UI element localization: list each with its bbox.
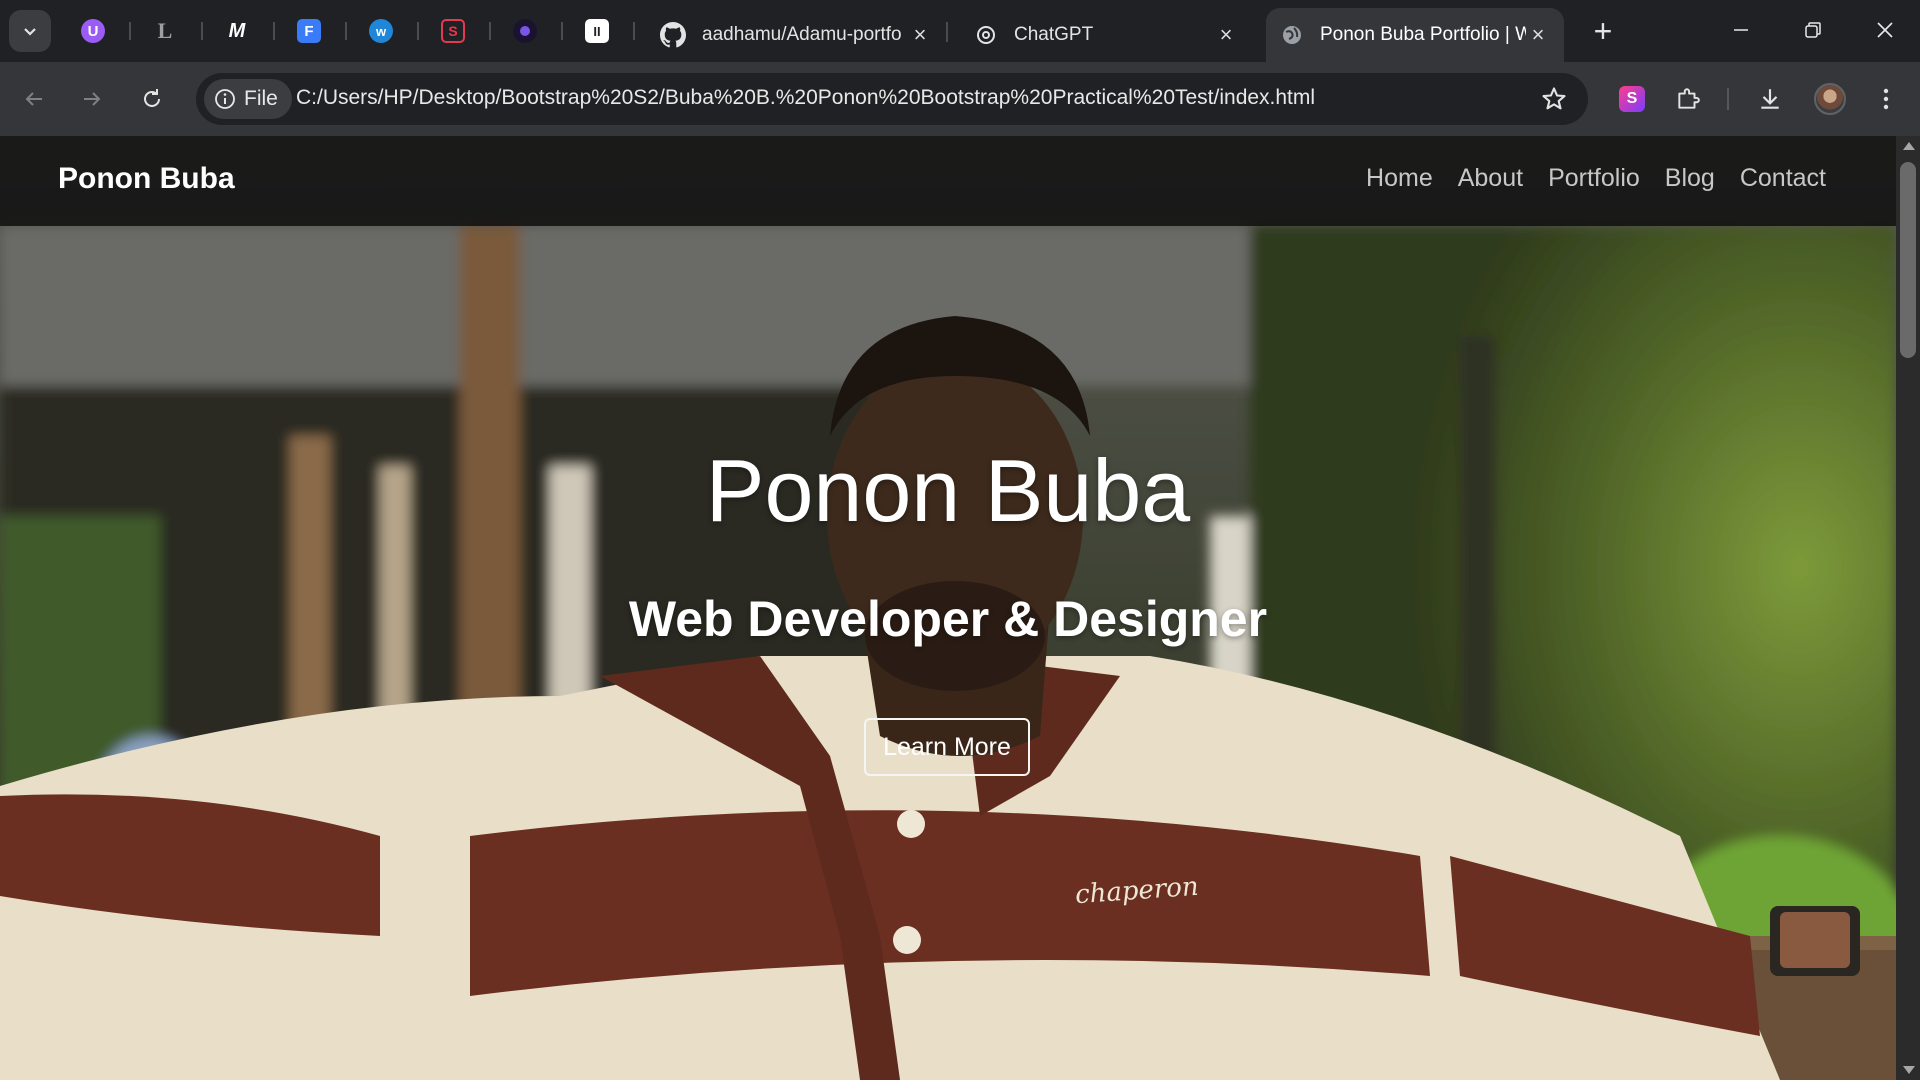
tab-title: Ponon Buba Portfolio | W: [1320, 24, 1526, 45]
hero-title: Ponon Buba: [705, 441, 1191, 540]
forward-button[interactable]: [70, 77, 114, 121]
more-vertical-icon: [1883, 88, 1889, 110]
tab-strip: U L M F w S II aadhamu/Adamu-portfo × Ch…: [0, 0, 1920, 62]
pinned-tab-pomodoro[interactable]: U: [76, 14, 110, 48]
tab-search-button[interactable]: [9, 10, 51, 52]
github-icon: [660, 22, 686, 48]
new-tab-button[interactable]: +: [1586, 12, 1620, 49]
download-icon: [1761, 89, 1779, 109]
trello-icon: w: [369, 19, 393, 43]
tab-divider: [633, 22, 635, 40]
reload-icon: [144, 89, 160, 107]
tab-ponon-buba-portfolio[interactable]: Ponon Buba Portfolio | W ×: [1266, 8, 1564, 62]
close-window-button[interactable]: [1850, 4, 1920, 56]
tab-divider: [201, 22, 203, 40]
minimize-button[interactable]: [1706, 4, 1776, 56]
back-button[interactable]: [12, 77, 56, 121]
pinned-tab-forms[interactable]: F: [292, 14, 326, 48]
nav-link-blog[interactable]: Blog: [1665, 164, 1715, 193]
globe-icon: [1283, 26, 1301, 44]
pinned-tab-orbit[interactable]: [508, 14, 542, 48]
extension-button[interactable]: S: [1612, 79, 1652, 119]
minimize-icon: [1734, 29, 1748, 31]
url-text[interactable]: C:/Users/HP/Desktop/Bootstrap%20S2/Buba%…: [296, 86, 1315, 110]
tab-divider: [417, 22, 419, 40]
tab-chatgpt[interactable]: ChatGPT ×: [960, 8, 1252, 62]
avatar: [1814, 83, 1846, 115]
arrow-left-icon: [25, 92, 42, 106]
nav-link-contact[interactable]: Contact: [1740, 164, 1826, 193]
learn-more-button[interactable]: Learn More: [864, 718, 1030, 776]
close-icon: [1877, 22, 1893, 38]
pinned-tab-pause[interactable]: II: [580, 14, 614, 48]
browser-menu-button[interactable]: [1866, 79, 1906, 119]
page-scrollbar[interactable]: [1896, 136, 1920, 1080]
browser-toolbar: File C:/Users/HP/Desktop/Bootstrap%20S2/…: [0, 62, 1920, 136]
web-page: Ponon Buba Home About Portfolio Blog Con…: [0, 136, 1896, 1080]
medium-icon: M: [228, 19, 246, 42]
scroll-up-arrow-icon[interactable]: [1903, 142, 1915, 150]
notes-icon: S: [441, 19, 465, 43]
profile-button[interactable]: [1810, 79, 1850, 119]
restore-button[interactable]: [1778, 4, 1848, 56]
forms-icon: F: [297, 19, 321, 43]
tab-divider: [345, 22, 347, 40]
nav-link-home[interactable]: Home: [1366, 164, 1433, 193]
scheme-label: File: [244, 87, 278, 110]
restore-icon: [1805, 22, 1821, 38]
pinned-tab-lingvist[interactable]: L: [148, 14, 182, 48]
pause-icon: II: [585, 19, 609, 43]
plus-icon: +: [1593, 12, 1613, 49]
nav-link-portfolio[interactable]: Portfolio: [1548, 164, 1640, 193]
orbit-icon: [513, 19, 537, 43]
pinned-tab-notes[interactable]: S: [436, 14, 470, 48]
arrow-right-icon: [84, 92, 101, 106]
extension-logo-icon: S: [1619, 86, 1645, 112]
site-brand[interactable]: Ponon Buba: [58, 162, 235, 196]
extensions-menu-button[interactable]: [1668, 79, 1708, 119]
pinned-tab-trello[interactable]: w: [364, 14, 398, 48]
pinned-tab-medium[interactable]: M: [220, 14, 254, 48]
tab-title: ChatGPT: [1014, 24, 1094, 45]
scroll-down-arrow-icon[interactable]: [1903, 1066, 1915, 1074]
downloads-button[interactable]: [1750, 79, 1790, 119]
reload-button[interactable]: [130, 77, 174, 121]
tab-divider: [273, 22, 275, 40]
lingvist-icon: L: [157, 18, 173, 43]
tab-github[interactable]: aadhamu/Adamu-portfo ×: [646, 8, 946, 62]
puzzle-icon: [1678, 88, 1700, 109]
close-tab-icon[interactable]: ×: [1526, 22, 1550, 47]
tab-divider: [489, 22, 491, 40]
tab-title: aadhamu/Adamu-portfo: [702, 24, 902, 45]
chevron-down-icon: [24, 28, 36, 36]
nav-link-about[interactable]: About: [1458, 164, 1523, 193]
close-tab-icon[interactable]: ×: [908, 22, 932, 47]
tab-divider: [129, 22, 131, 40]
address-bar[interactable]: File C:/Users/HP/Desktop/Bootstrap%20S2/…: [196, 73, 1588, 125]
site-navbar: Ponon Buba Home About Portfolio Blog Con…: [0, 136, 1896, 226]
close-tab-icon[interactable]: ×: [1214, 22, 1238, 47]
bookmark-star-icon[interactable]: [1540, 85, 1568, 113]
hero-subtitle: Web Developer & Designer: [628, 591, 1268, 647]
info-icon: [215, 89, 235, 109]
site-info-chip[interactable]: File: [204, 79, 292, 119]
tab-divider: [946, 22, 948, 42]
pomodoro-icon: U: [81, 19, 105, 43]
scrollbar-thumb[interactable]: [1900, 162, 1916, 358]
openai-icon: [977, 26, 995, 44]
site-nav-links: Home About Portfolio Blog Contact: [1366, 164, 1826, 193]
toolbar-divider: [1727, 88, 1729, 110]
tab-divider: [561, 22, 563, 40]
